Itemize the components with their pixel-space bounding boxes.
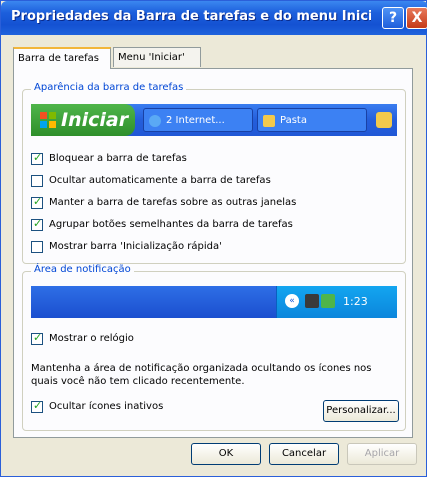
show-hidden-icons-arrow: «: [285, 294, 299, 308]
tab-start-menu[interactable]: Menu 'Iniciar': [113, 47, 201, 67]
close-button[interactable]: X: [406, 7, 427, 29]
option-label: Ocultar ícones inativos: [49, 401, 164, 412]
lock-taskbar-checkbox[interactable]: ✓: [31, 151, 43, 165]
option-label: Bloquear a barra de tarefas: [49, 153, 187, 164]
hide-inactive-checkbox[interactable]: ✓: [31, 399, 43, 413]
notification-group-label: Área de notificação: [31, 264, 134, 275]
notification-preview: « 1:23: [31, 286, 397, 318]
show-clock-checkbox[interactable]: ✓: [31, 331, 43, 345]
quick-launch-checkbox[interactable]: [31, 241, 43, 253]
auto-hide-checkbox[interactable]: [31, 175, 43, 187]
window-title: Propriedades da Barra de tarefas e do me…: [11, 9, 371, 24]
help-icon: ?: [388, 10, 398, 26]
checkmark-icon: ✓: [33, 151, 43, 164]
taskbar-button-label: Pasta: [280, 115, 307, 126]
title-bar[interactable]: Propriedades da Barra de tarefas e do me…: [1, 1, 427, 35]
ok-button[interactable]: OK: [191, 443, 261, 465]
checkmark-icon: ✓: [33, 331, 43, 344]
internet-explorer-icon: [149, 115, 161, 127]
clock-preview: 1:23: [343, 295, 368, 308]
keep-on-top-checkbox[interactable]: ✓: [31, 195, 43, 209]
group-buttons-checkbox[interactable]: ✓: [31, 217, 43, 231]
tab-panel: Aparência da barra de tarefas Iniciar 2 …: [13, 68, 413, 438]
notification-group: Área de notificação « 1:23 ✓ Mostrar o r…: [22, 264, 406, 431]
checkmark-icon: ✓: [33, 399, 43, 412]
properties-window: Propriedades da Barra de tarefas e do me…: [0, 0, 427, 477]
windows-flag-icon: [40, 112, 56, 128]
option-label: Mostrar barra 'Inicialização rápida': [49, 241, 222, 252]
checkmark-icon: ✓: [33, 217, 43, 230]
tray-icon: [321, 294, 335, 308]
apply-button[interactable]: Aplicar: [347, 443, 417, 465]
taskbar-preview: Iniciar 2 Internet... Pasta: [31, 104, 397, 136]
help-button[interactable]: ?: [382, 7, 404, 29]
checkmark-icon: ✓: [33, 195, 43, 208]
appearance-group-label: Aparência da barra de tarefas: [31, 82, 187, 93]
taskbar-button-label: 2 Internet...: [166, 115, 225, 126]
start-button-preview: Iniciar: [31, 104, 135, 136]
tab-taskbar[interactable]: Barra de tarefas: [13, 47, 111, 69]
start-label: Iniciar: [61, 109, 129, 131]
option-label: Manter a barra de tarefas sobre as outra…: [49, 197, 297, 208]
appearance-group: Aparência da barra de tarefas Iniciar 2 …: [22, 82, 406, 264]
folder-icon: [263, 115, 275, 127]
close-icon: X: [411, 10, 423, 26]
tray-icon: [376, 112, 392, 128]
customize-button[interactable]: Personalizar...: [323, 400, 399, 422]
option-label: Mostrar o relógio: [49, 333, 134, 344]
cancel-button[interactable]: Cancelar: [269, 443, 339, 465]
option-label: Agrupar botões semelhantes da barra de t…: [49, 219, 293, 230]
system-tray-preview: « 1:23: [276, 286, 397, 318]
option-label: Ocultar automaticamente a barra de taref…: [49, 175, 271, 186]
notification-description: Mantenha a área de notificação organizad…: [31, 363, 372, 387]
taskbar-button-internet: 2 Internet...: [143, 108, 253, 132]
taskbar-button-folder: Pasta: [257, 108, 367, 132]
tray-icon: [305, 294, 319, 308]
